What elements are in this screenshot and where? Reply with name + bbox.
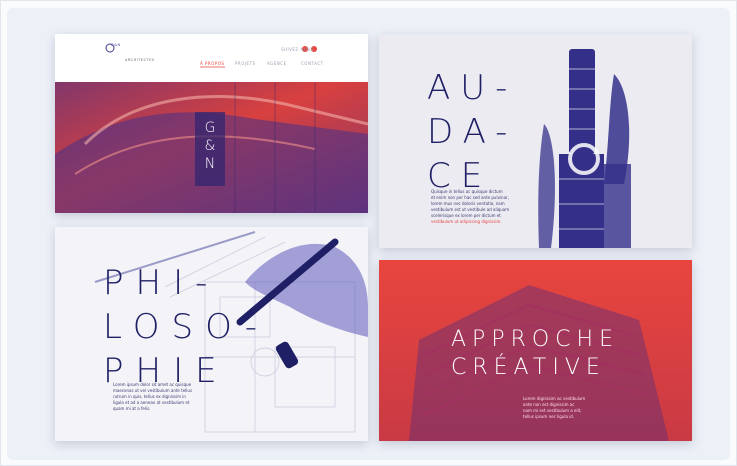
nav-item-agence[interactable]: AGENCE [267,61,287,66]
hero-mark-n: N [204,156,216,172]
philo-line-1: PHI- [103,263,220,303]
approche-title: APPROCHE CRÉATIVE [451,326,619,382]
philosophie-card: PHI- LOSO- PHIE Lorem ipsum dolor sit am… [55,227,368,441]
nav-item-contact[interactable]: CONTACT [301,61,323,66]
approche-line-2: CRÉATIVE [451,355,606,380]
nav-item-projets[interactable]: PROJETS [235,61,256,66]
approche-card: APPROCHE CRÉATIVE Lorem dignissim ac ves… [379,260,692,441]
philo-line-2: LOSO- [103,307,270,347]
audace-body-line[interactable]: vestibulum ut adipiscing dignissim. [431,219,551,225]
philosophie-body: Lorem ipsum dolor sit amet ac quisque ma… [113,382,233,412]
audace-line-2: DA- [427,112,518,152]
audace-card: AU- DA- CE Quisque in tellus ac quisque … [379,34,692,248]
tagline: ARCHITECTES [125,58,155,62]
audace-title: AU- DA- CE [427,66,517,198]
philosophie-title: PHI- LOSO- PHIE [103,261,269,393]
hero-monogram: G & N [202,119,218,173]
philo-body-line: quam mi at a felis. [113,406,151,411]
approche-line-1: APPROCHE [451,327,619,352]
social-label: SUIVEZ-NOUS [281,47,315,52]
nav-item-apropos[interactable]: À PROPOS [200,61,224,66]
screenshot-frame: G&N ARCHITECTES À PROPOS PROJETS AGENCE … [0,0,737,466]
audace-line-1: AU- [427,68,518,108]
website-header-card: G&N ARCHITECTES À PROPOS PROJETS AGENCE … [55,34,368,213]
logo[interactable]: G&N [111,43,121,47]
hero-mark-amp: & [204,138,216,154]
audace-body: Quisque in tellus ac quisque dictum et e… [431,189,551,225]
approche-body: Lorem dignissim ac vestibulum ante non e… [523,396,633,420]
approche-body-line: tellus ipsum nec ligula id. [523,414,575,419]
hero-mark-g: G [204,120,216,136]
